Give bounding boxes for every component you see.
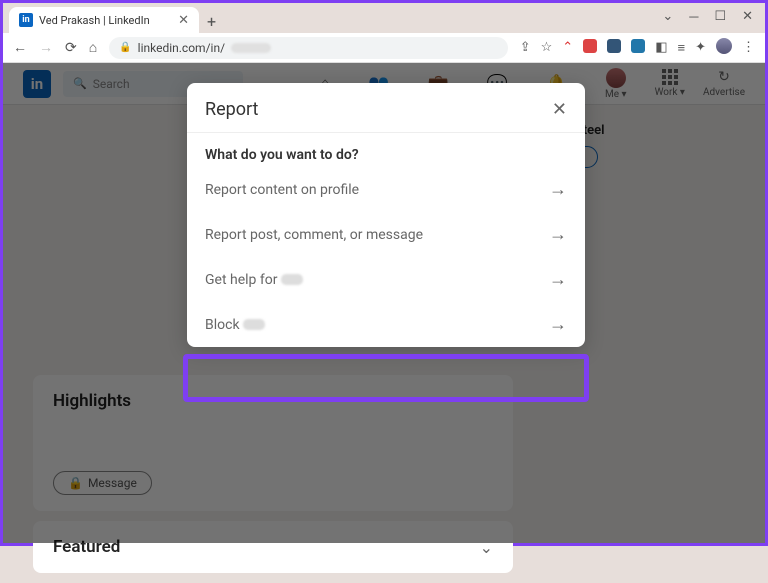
tab-title: Ved Prakash | LinkedIn xyxy=(39,14,150,27)
tab-bar: in Ved Prakash | LinkedIn ✕ + xyxy=(3,3,765,33)
extensions-icon[interactable]: ✦ xyxy=(695,40,706,55)
menu-icon[interactable]: ⋮ xyxy=(742,40,755,55)
option-label: Block xyxy=(205,317,265,333)
close-icon[interactable]: ✕ xyxy=(552,99,567,120)
modal-title: Report xyxy=(205,99,258,120)
forward-icon: → xyxy=(39,39,53,56)
url-text: linkedin.com/in/ xyxy=(138,41,225,55)
account-avatar-icon[interactable] xyxy=(716,38,732,58)
window-close-icon[interactable]: ✕ xyxy=(742,9,753,25)
ext-icon-1[interactable] xyxy=(607,39,621,57)
window-controls: ⌄ ─ ☐ ✕ xyxy=(662,9,753,25)
extension-icons: ⇪ ☆ ⌃ ◧ ≡ ✦ ⋮ xyxy=(520,38,755,58)
option-label: Report post, comment, or message xyxy=(205,227,423,243)
window-maximize-icon[interactable]: ☐ xyxy=(714,9,726,25)
report-modal: Report ✕ What do you want to do? Report … xyxy=(187,83,585,347)
redacted-name xyxy=(243,319,265,330)
browser-tab[interactable]: in Ved Prakash | LinkedIn ✕ xyxy=(9,7,199,33)
lock-icon: 🔒 xyxy=(119,42,131,53)
reader-icon[interactable]: ≡ xyxy=(678,40,686,56)
star-icon[interactable]: ☆ xyxy=(541,40,553,55)
address-bar: ← → ⟳ ⌂ 🔒 linkedin.com/in/ ⇪ ☆ ⌃ ◧ ≡ ✦ ⋮ xyxy=(3,33,765,63)
url-redacted xyxy=(231,43,271,53)
arrow-right-icon: → xyxy=(549,224,567,245)
ext-icon-2[interactable] xyxy=(631,39,645,57)
window-minimize-icon[interactable]: ─ xyxy=(689,9,698,25)
tab-close-icon[interactable]: ✕ xyxy=(178,13,189,28)
arrow-right-icon: → xyxy=(549,179,567,200)
redacted-name xyxy=(281,274,303,285)
option-label: Get help for xyxy=(205,272,303,288)
new-tab-button[interactable]: + xyxy=(207,12,216,31)
reload-icon[interactable]: ⟳ xyxy=(65,40,77,56)
ext-icon-3[interactable]: ◧ xyxy=(655,40,667,55)
option-report-content[interactable]: Report content on profile → xyxy=(187,167,585,212)
adblock-icon[interactable] xyxy=(583,39,597,57)
pocket-icon[interactable]: ⌃ xyxy=(562,40,573,55)
arrow-right-icon: → xyxy=(549,314,567,335)
modal-question: What do you want to do? xyxy=(187,133,585,167)
option-get-help[interactable]: Get help for → xyxy=(187,257,585,302)
back-icon[interactable]: ← xyxy=(13,39,27,56)
arrow-right-icon: → xyxy=(549,269,567,290)
option-report-post[interactable]: Report post, comment, or message → xyxy=(187,212,585,257)
page-content: in 🔍 Search ⌂ 👥 💼 💬 🔔 Me ▾ Work ▾ ↻ Adve… xyxy=(3,63,765,543)
share-icon[interactable]: ⇪ xyxy=(520,40,531,55)
option-block[interactable]: Block → xyxy=(187,302,585,347)
window-chevron-icon[interactable]: ⌄ xyxy=(662,9,673,25)
linkedin-favicon-icon: in xyxy=(19,13,33,27)
option-label: Report content on profile xyxy=(205,182,359,198)
home-icon[interactable]: ⌂ xyxy=(89,39,97,56)
url-input[interactable]: 🔒 linkedin.com/in/ xyxy=(109,37,508,59)
